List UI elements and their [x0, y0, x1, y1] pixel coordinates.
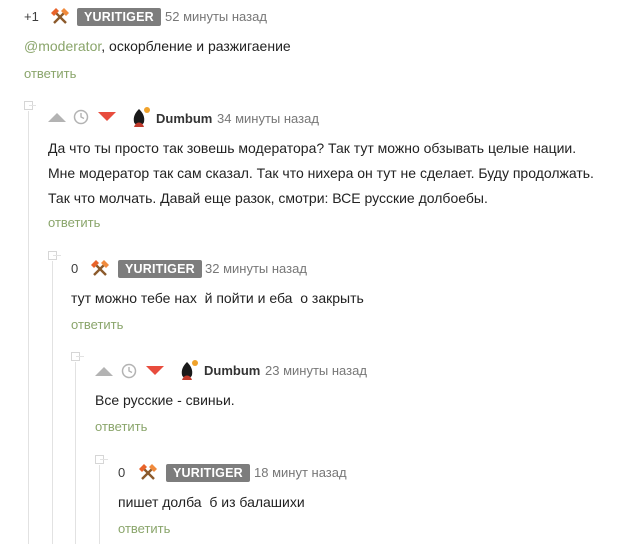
comment-line: Мне модератор так сам сказал. Так что ни… — [48, 165, 594, 181]
thread-connector — [100, 459, 108, 460]
comment-timestamp[interactable]: 52 минуты назад — [165, 9, 267, 24]
author-badge[interactable]: YURITIGER — [77, 8, 161, 26]
downvote-arrow-icon[interactable] — [146, 366, 164, 376]
thread-connector — [29, 105, 36, 106]
comment-line: Да что ты просто так зовешь модератора? … — [48, 140, 577, 156]
author-name[interactable]: Dumbum — [204, 363, 260, 378]
comment-text: @moderator, оскорбление и разжигаение — [24, 34, 291, 59]
comment-score: 0 — [118, 465, 126, 480]
comment-text: Да что ты просто так зовешь модератора? … — [48, 136, 594, 211]
author-badge[interactable]: YURITIGER — [118, 260, 202, 278]
comment-timestamp[interactable]: 18 минут назад — [254, 465, 347, 480]
thread-line — [28, 111, 29, 544]
user-avatar-icon[interactable] — [176, 360, 198, 380]
comment-text: пишет долба б из балашихи — [118, 494, 305, 510]
downvote-arrow-icon[interactable] — [98, 112, 116, 122]
upvote-arrow-icon[interactable] — [48, 112, 66, 122]
comment-timestamp[interactable]: 32 минуты назад — [205, 261, 307, 276]
comment-score: +1 — [24, 9, 39, 24]
comment-text: тут можно тебе нах й пойти и еба о закры… — [71, 290, 364, 306]
comment-timestamp[interactable]: 34 минуты назад — [217, 111, 319, 126]
thread-connector — [53, 255, 61, 256]
mention-link[interactable]: @moderator — [24, 38, 101, 54]
author-badge[interactable]: YURITIGER — [166, 464, 250, 482]
clock-icon[interactable] — [73, 109, 89, 125]
upvote-arrow-icon[interactable] — [95, 366, 113, 376]
reply-link[interactable]: ответить — [118, 521, 170, 536]
pickaxe-hammer-avatar-icon[interactable] — [138, 463, 158, 483]
comment-score: 0 — [71, 261, 79, 276]
pickaxe-hammer-avatar-icon[interactable] — [90, 259, 110, 279]
comment-text: Все русские - свиньи. — [95, 392, 235, 408]
author-name[interactable]: Dumbum — [156, 111, 212, 126]
thread-line — [99, 465, 100, 544]
reply-link[interactable]: ответить — [95, 419, 147, 434]
reply-link[interactable]: ответить — [24, 66, 76, 81]
reply-link[interactable]: ответить — [71, 317, 123, 332]
pickaxe-hammer-avatar-icon[interactable] — [50, 7, 70, 27]
thread-line — [75, 362, 76, 544]
reply-link[interactable]: ответить — [48, 215, 100, 230]
comment-timestamp[interactable]: 23 минуты назад — [265, 363, 367, 378]
thread-connector — [76, 356, 84, 357]
comment-line: Так что молчать. Давай еще разок, смотри… — [48, 190, 488, 206]
user-avatar-icon[interactable] — [128, 107, 150, 127]
comment-body: , оскорбление и разжигаение — [101, 38, 291, 54]
thread-line — [52, 261, 53, 544]
clock-icon[interactable] — [121, 363, 137, 379]
